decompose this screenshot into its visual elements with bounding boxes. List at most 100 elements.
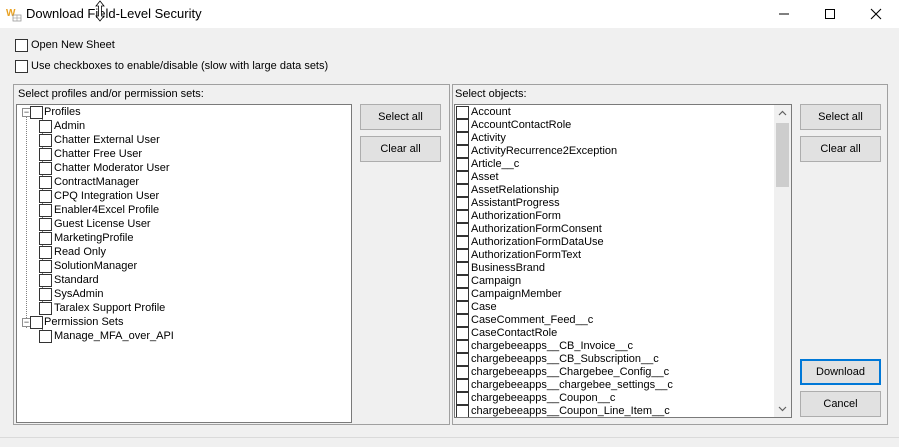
objects-list[interactable]: Account AccountContactRole Activity Acti… <box>454 104 792 418</box>
object-checkbox[interactable] <box>456 171 469 184</box>
close-icon <box>870 8 882 20</box>
profile-checkbox[interactable] <box>39 162 52 175</box>
object-checkbox[interactable] <box>456 106 469 119</box>
objects-panel-label: Select objects: <box>455 88 527 100</box>
object-label: chargebeeapps__Coupon__c <box>471 392 616 404</box>
profile-label: Taralex Support Profile <box>54 302 166 314</box>
object-label: BusinessBrand <box>471 262 545 274</box>
object-label: CampaignMember <box>471 288 562 300</box>
profile-label: SysAdmin <box>54 288 104 300</box>
tree-connector <box>26 116 27 328</box>
profiles-clear-all-button[interactable]: Clear all <box>360 136 441 162</box>
open-new-sheet-label: Open New Sheet <box>31 39 115 51</box>
profile-checkbox[interactable] <box>39 120 52 133</box>
object-checkbox[interactable] <box>456 184 469 197</box>
objects-select-all-button[interactable]: Select all <box>800 104 881 130</box>
profile-checkbox[interactable] <box>39 232 52 245</box>
profile-checkbox[interactable] <box>39 288 52 301</box>
object-label: CaseComment_Feed__c <box>471 314 594 326</box>
profile-label: Read Only <box>54 246 106 258</box>
profile-label: Chatter Free User <box>54 148 143 160</box>
profiles-panel: Select profiles and/or permission sets: … <box>13 84 450 425</box>
profile-checkbox[interactable] <box>39 218 52 231</box>
object-checkbox[interactable] <box>456 249 469 262</box>
object-checkbox[interactable] <box>456 288 469 301</box>
svg-text:W: W <box>6 8 16 19</box>
object-checkbox[interactable] <box>456 327 469 340</box>
object-checkbox[interactable] <box>456 314 469 327</box>
open-new-sheet-checkbox[interactable] <box>15 39 28 52</box>
profile-checkbox[interactable] <box>39 148 52 161</box>
objects-scrollbar[interactable] <box>774 105 791 417</box>
profile-label: ContractManager <box>54 176 139 188</box>
object-checkbox[interactable] <box>456 392 469 405</box>
permission-set-label: Manage_MFA_over_API <box>54 330 174 342</box>
profile-label: Chatter External User <box>54 134 160 146</box>
object-checkbox[interactable] <box>456 301 469 314</box>
objects-panel: Select objects: Account AccountContactRo… <box>452 84 888 425</box>
profile-label: Standard <box>54 274 99 286</box>
profile-label: Chatter Moderator User <box>54 162 170 174</box>
object-label: CaseContactRole <box>471 327 558 339</box>
object-checkbox[interactable] <box>456 353 469 366</box>
objects-clear-all-button[interactable]: Clear all <box>800 136 881 162</box>
object-label: Asset <box>471 171 499 183</box>
object-label: ActivityRecurrence2Exception <box>471 145 618 157</box>
object-label: chargebeeapps__chargebee_settings__c <box>471 379 673 391</box>
object-checkbox[interactable] <box>456 145 469 158</box>
object-label: AuthorizationFormText <box>471 249 582 261</box>
profile-checkbox[interactable] <box>39 204 52 217</box>
object-checkbox[interactable] <box>456 340 469 353</box>
object-label: AuthorizationForm <box>471 210 561 222</box>
profile-checkbox[interactable] <box>39 260 52 273</box>
profile-checkbox[interactable] <box>39 246 52 259</box>
profile-checkbox[interactable] <box>39 176 52 189</box>
close-button[interactable] <box>853 0 899 28</box>
object-checkbox[interactable] <box>456 262 469 275</box>
profile-checkbox[interactable] <box>39 190 52 203</box>
object-checkbox[interactable] <box>456 158 469 171</box>
object-label: Account <box>471 106 511 118</box>
permission-set-checkbox[interactable] <box>39 330 52 343</box>
scroll-up-icon[interactable] <box>778 110 787 116</box>
scroll-down-icon[interactable] <box>778 406 787 412</box>
object-label: AuthorizationFormDataUse <box>471 236 604 248</box>
profile-label: Enabler4Excel Profile <box>54 204 160 216</box>
object-checkbox[interactable] <box>456 210 469 223</box>
object-label: Case <box>471 301 497 313</box>
object-checkbox[interactable] <box>456 405 469 417</box>
profiles-group-checkbox[interactable] <box>30 106 43 119</box>
scrollbar-thumb[interactable] <box>776 123 789 187</box>
use-checkboxes-checkbox[interactable] <box>15 60 28 73</box>
profile-checkbox[interactable] <box>39 134 52 147</box>
profiles-group-label: Profiles <box>44 106 81 118</box>
minimize-button[interactable] <box>761 0 807 28</box>
object-label: chargebeeapps__CB_Subscription__c <box>471 353 659 365</box>
object-label: AuthorizationFormConsent <box>471 223 602 235</box>
move-cursor-icon <box>95 0 105 22</box>
object-label: chargebeeapps__Chargebee_Config__c <box>471 366 670 378</box>
app-logo-icon: W <box>6 8 22 22</box>
cancel-button[interactable]: Cancel <box>800 391 881 417</box>
object-checkbox[interactable] <box>456 119 469 132</box>
object-label: AssetRelationship <box>471 184 560 196</box>
permission-sets-group-checkbox[interactable] <box>30 316 43 329</box>
object-checkbox[interactable] <box>456 223 469 236</box>
object-checkbox[interactable] <box>456 197 469 210</box>
permission-sets-group-label: Permission Sets <box>44 316 124 328</box>
profile-checkbox[interactable] <box>39 302 52 315</box>
object-checkbox[interactable] <box>456 379 469 392</box>
profile-checkbox[interactable] <box>39 274 52 287</box>
object-label: Campaign <box>471 275 522 287</box>
object-label: Activity <box>471 132 506 144</box>
profiles-select-all-button[interactable]: Select all <box>360 104 441 130</box>
object-checkbox[interactable] <box>456 132 469 145</box>
object-label: chargebeeapps__Coupon_Line_Item__c <box>471 405 670 417</box>
object-checkbox[interactable] <box>456 236 469 249</box>
profiles-tree[interactable]: − Profiles Admin Chatter External User C… <box>16 104 352 423</box>
maximize-button[interactable] <box>807 0 853 28</box>
object-checkbox[interactable] <box>456 366 469 379</box>
download-button[interactable]: Download <box>800 359 881 385</box>
object-checkbox[interactable] <box>456 275 469 288</box>
minimize-icon <box>779 13 789 15</box>
